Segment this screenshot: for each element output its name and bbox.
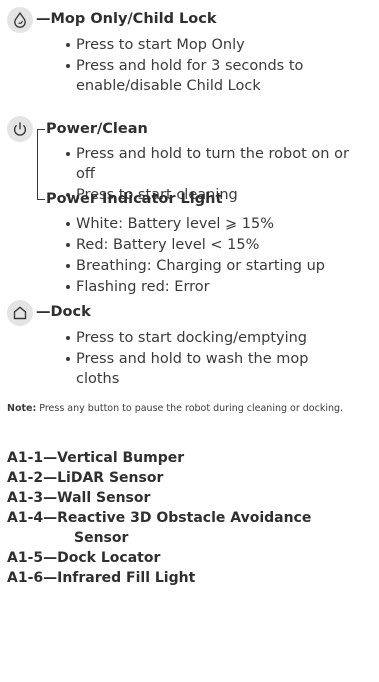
list-item: White: Battery level ⩾ 15% (64, 214, 374, 234)
note-text: Press any button to pause the robot duri… (36, 403, 344, 414)
list-item: Red: Battery level < 15% (64, 235, 374, 255)
list-item: Press and hold for 3 seconds to enable/d… (64, 56, 364, 96)
droplet-icon (14, 12, 26, 28)
part-item-continuation: Sensor (74, 530, 129, 546)
power-button-icon-badge (7, 116, 33, 142)
list-item: Flashing red: Error (64, 277, 374, 297)
bracket-top-line (37, 129, 45, 131)
power-section-heading: Power/Clean (46, 121, 148, 137)
power-icon (13, 122, 27, 136)
list-item: Press and hold to turn the robot on or o… (64, 144, 354, 184)
mop-button-icon-badge (7, 7, 33, 33)
list-item: Breathing: Charging or starting up (64, 256, 374, 276)
bracket-bottom-line (37, 199, 45, 201)
part-item: A1-1—Vertical Bumper (7, 450, 185, 466)
part-item: A1-5—Dock Locator (7, 550, 161, 566)
dock-section-heading: —Dock (36, 304, 91, 320)
list-item: Press to start docking/emptying (64, 328, 354, 348)
indicator-section-list: White: Battery level ⩾ 15% Red: Battery … (64, 214, 374, 298)
part-item: A1-3—Wall Sensor (7, 490, 151, 506)
note-paragraph: Note: Press any button to pause the robo… (7, 402, 367, 415)
dock-button-icon-badge (7, 300, 33, 326)
part-item: A1-6—Infrared Fill Light (7, 570, 196, 586)
parts-list: A1-1—Vertical Bumper A1-2—LiDAR Sensor A… (7, 448, 311, 588)
list-item: Press to start Mop Only (64, 35, 364, 55)
indicator-section-heading: Power Indicator Light (46, 191, 223, 207)
part-item: A1-2—LiDAR Sensor (7, 470, 164, 486)
bracket-vertical-line (37, 129, 39, 199)
mop-section-heading: —Mop Only/Child Lock (36, 11, 217, 27)
house-icon (13, 306, 27, 320)
mop-section-list: Press to start Mop Only Press and hold f… (64, 35, 364, 97)
note-label: Note: (7, 403, 37, 414)
part-item: A1-4—Reactive 3D Obstacle Avoidance (7, 510, 312, 526)
dock-section-list: Press to start docking/emptying Press an… (64, 328, 354, 390)
list-item: Press and hold to wash the mop cloths (64, 349, 354, 389)
